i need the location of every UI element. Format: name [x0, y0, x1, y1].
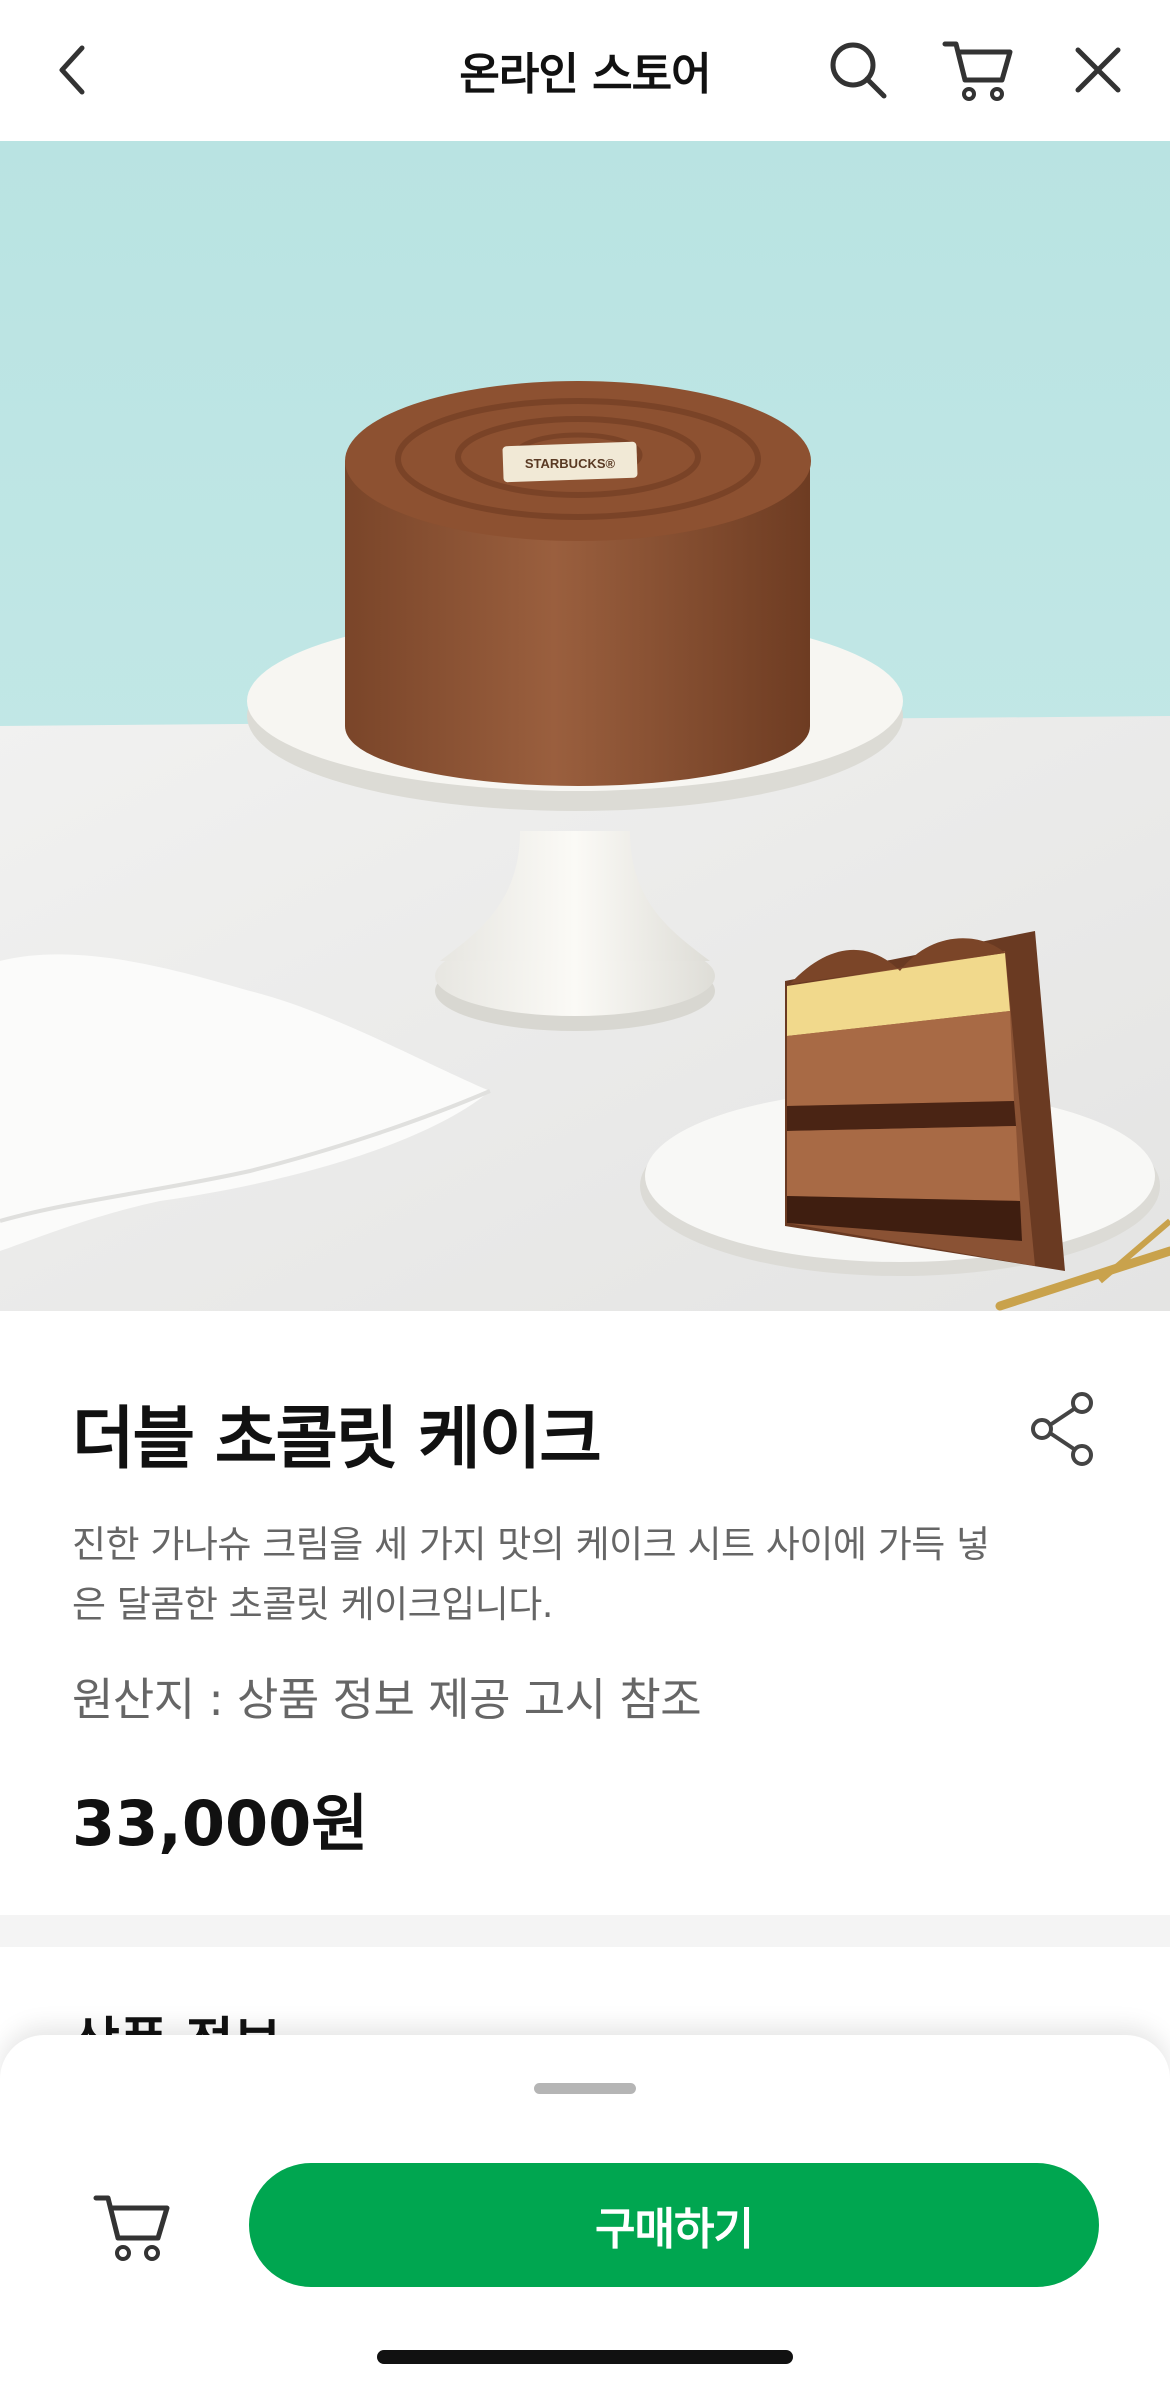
add-to-cart-button[interactable]	[92, 2190, 172, 2264]
product-info-section: 더블 초콜릿 케이크 진한 가나슈 크림을 세 가지 맛의 케이크 시트 사이에…	[0, 1311, 1170, 1915]
product-name: 더블 초콜릿 케이크	[72, 1400, 602, 1479]
purchase-bottom-sheet: 구매하기	[0, 2035, 1170, 2385]
close-icon	[1075, 47, 1121, 93]
cart-icon	[942, 41, 1013, 101]
cake-photo: STARBUCKS®	[0, 141, 1170, 1311]
share-button[interactable]	[1028, 1391, 1098, 1467]
buy-button[interactable]: 구매하기	[249, 2163, 1099, 2287]
section-divider	[0, 1915, 1170, 1947]
search-button[interactable]	[818, 30, 898, 110]
origin-note: 원산지 : 상품 정보 제공 고시 참조	[72, 1673, 702, 1726]
sheet-grabber-handle[interactable]	[534, 2083, 636, 2094]
search-icon	[830, 42, 887, 99]
cart-button[interactable]	[938, 30, 1018, 110]
share-icon	[1031, 1392, 1093, 1466]
cake-plaque-text: STARBUCKS®	[525, 456, 616, 471]
product-description: 진한 가나슈 크림을 세 가지 맛의 케이크 시트 사이에 가득 넣 은 달콤한…	[72, 1515, 1102, 1635]
top-nav-bar: 온라인 스토어	[0, 0, 1170, 142]
product-hero-image: STARBUCKS®	[0, 141, 1170, 1311]
description-line: 은 달콤한 초콜릿 케이크입니다.	[72, 1583, 554, 1626]
description-line: 진한 가나슈 크림을 세 가지 맛의 케이크 시트 사이에 가득 넣	[72, 1523, 990, 1566]
close-button[interactable]	[1058, 30, 1138, 110]
cart-icon	[93, 2195, 170, 2261]
product-price: 33,000원	[72, 1787, 369, 1860]
home-indicator	[377, 2350, 793, 2364]
